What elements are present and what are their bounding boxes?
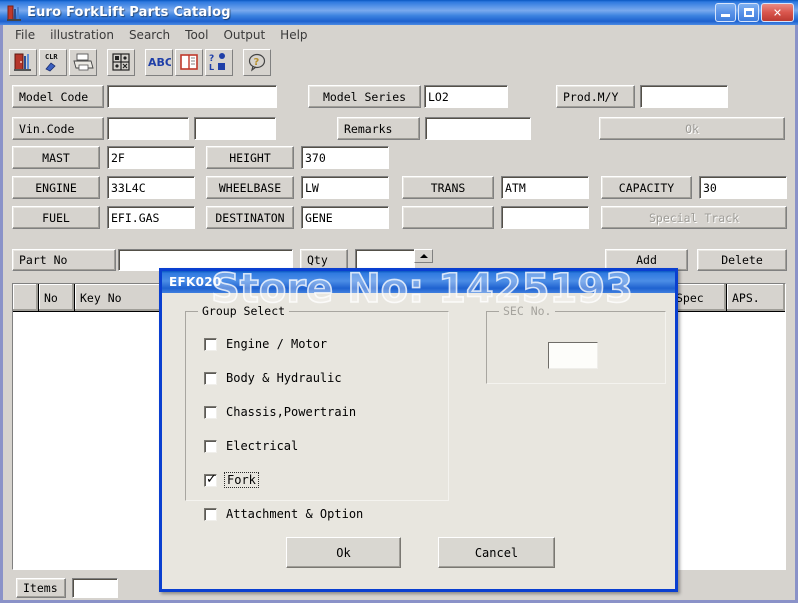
checkbox-row-fork[interactable]: ✓ Fork [204,472,259,488]
application-window: Euro ForkLift Parts Catalog ✕ File illus… [0,0,798,603]
checkbox-row-body-hydraulic[interactable]: Body & Hydraulic [204,370,342,386]
model-series-input[interactable]: LO2 [424,85,508,108]
capacity-label[interactable]: CAPACITY [601,176,692,199]
menu-item-help[interactable]: Help [273,27,315,43]
group-select-dialog: EFK020 Group Select Engine / Motor Body … [159,268,678,592]
vin-code-label: Vin.Code [12,117,104,140]
checkbox-row-engine-motor[interactable]: Engine / Motor [204,336,327,352]
language-icon-button[interactable]: ? L [205,48,233,76]
vin-code-input-1[interactable] [107,117,189,140]
close-icon: ✕ [772,6,783,19]
svg-text:?: ? [254,57,260,68]
checkbox-electrical[interactable] [204,439,217,453]
wheelbase-input[interactable]: LW [301,176,389,199]
prod-my-label: Prod.M/Y [556,85,635,108]
fuel-input[interactable]: EFI.GAS [107,206,195,229]
checkbox-row-chassis-powertrain[interactable]: Chassis,Powertrain [204,404,356,420]
svg-text:ABC: ABC [148,56,171,69]
menu-bar: File illustration Search Tool Output Hel… [3,25,795,45]
menu-item-illustration[interactable]: illustration [43,27,122,43]
ok-button[interactable]: Ok [599,117,785,140]
items-label: Items [16,578,66,598]
checkbox-label-chassis-powertrain: Chassis,Powertrain [226,405,357,419]
engine-input[interactable]: 33L4C [107,176,195,199]
special-track-button[interactable]: Special Track [601,206,787,229]
checkbox-fork[interactable]: ✓ [204,471,217,487]
book-icon-button[interactable] [175,48,203,76]
sec-no-input[interactable] [548,342,598,369]
grid-col-no[interactable]: No [39,284,75,312]
menu-item-file[interactable]: File [8,27,43,43]
menu-item-search[interactable]: Search [122,27,178,43]
menu-item-output[interactable]: Output [216,27,273,43]
check-icon: ✓ [206,471,217,487]
close-button[interactable]: ✕ [761,3,794,22]
vin-code-input-2[interactable] [194,117,276,140]
dialog-title: EFK020 [169,275,222,289]
model-code-input[interactable] [107,85,277,108]
dialog-ok-button[interactable]: Ok [286,537,401,568]
grid-icon-button[interactable] [107,48,135,76]
checkbox-body-hydraulic[interactable] [204,371,217,385]
remarks-input[interactable] [425,117,531,140]
remarks-label: Remarks [337,117,420,140]
title-bar: Euro ForkLift Parts Catalog ✕ [0,0,798,25]
checkbox-attachment-option[interactable] [204,507,217,521]
chevron-up-icon [419,254,428,258]
menu-item-tool[interactable]: Tool [178,27,216,43]
clear-eraser-icon-button[interactable]: CLR [39,48,67,76]
wheelbase-label[interactable]: WHEELBASE [206,176,294,199]
checkbox-row-electrical[interactable]: Electrical [204,438,298,454]
qty-spinner-up-button[interactable] [414,249,433,263]
height-input[interactable]: 370 [301,146,389,169]
svg-text:L: L [209,63,214,72]
fuel-label[interactable]: FUEL [12,206,100,229]
maximize-button[interactable] [738,3,759,22]
height-label[interactable]: HEIGHT [206,146,294,169]
window-controls: ✕ [715,3,794,22]
dialog-body: Group Select Engine / Motor Body & Hydra… [162,293,675,589]
checkbox-label-electrical: Electrical [226,439,299,453]
checkbox-chassis-powertrain[interactable] [204,405,217,419]
grid-col-select[interactable] [13,284,39,312]
engine-label[interactable]: ENGINE [12,176,100,199]
checkbox-label-attachment-option: Attachment & Option [226,507,364,521]
checkbox-label-fork: Fork [224,472,259,488]
checkbox-engine-motor[interactable] [204,337,217,351]
checkbox-row-attachment-option[interactable]: Attachment & Option [204,506,363,522]
capacity-input[interactable]: 30 [699,176,787,199]
sec-no-title: SEC No. [499,304,556,318]
mast-input[interactable]: 2F [107,146,195,169]
abc-icon-button[interactable]: ABC [145,48,173,76]
trans-input[interactable]: ATM [501,176,589,199]
checkbox-label-engine-motor: Engine / Motor [226,337,328,351]
grid-col-aps[interactable]: APS. [727,284,785,312]
svg-text:CLR: CLR [45,53,58,61]
app-icon [5,4,23,22]
toolbar: CLR ABC ? L ? [3,46,795,78]
items-value [72,578,118,598]
trans-label[interactable]: TRANS [402,176,494,199]
model-code-label: Model Code [12,85,104,108]
minimize-button[interactable] [715,3,736,22]
destination-input[interactable]: GENE [301,206,389,229]
prod-my-input[interactable] [640,85,728,108]
dialog-cancel-button[interactable]: Cancel [438,537,555,568]
window-title: Euro ForkLift Parts Catalog [27,5,231,20]
group-select-title: Group Select [198,304,290,318]
part-no-label: Part No [12,249,116,271]
mast-label[interactable]: MAST [12,146,100,169]
destination-label[interactable]: DESTINATON [206,206,294,229]
help-icon-button[interactable]: ? [243,48,271,76]
model-series-label: Model Series [308,85,421,108]
checkbox-label-body-hydraulic: Body & Hydraulic [226,371,342,385]
grid-col-spec[interactable]: Spec [671,284,727,312]
delete-button[interactable]: Delete [697,249,787,271]
blank-input[interactable] [501,206,589,229]
printer-icon-button[interactable] [69,48,97,76]
exit-door-icon-button[interactable] [9,48,37,76]
blank-label-button[interactable] [402,206,494,229]
dialog-title-bar: EFK020 [162,271,675,293]
